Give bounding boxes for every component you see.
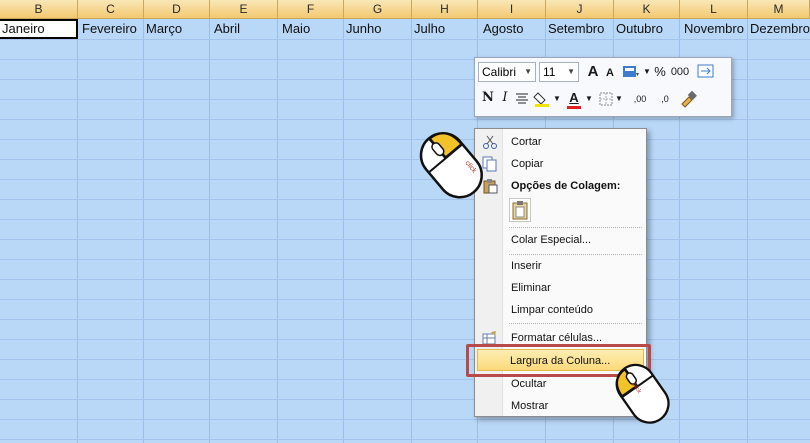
chevron-down-icon: ▼ [567, 67, 575, 76]
chevron-down-icon[interactable]: ▼ [553, 90, 561, 108]
column-header-i[interactable]: I [478, 0, 546, 19]
borders-icon[interactable] [599, 92, 613, 106]
font-size-value: 11 [543, 65, 556, 79]
column-header-f[interactable]: F [278, 0, 344, 19]
grid-line [0, 439, 810, 440]
mouse-left-click-icon: click [610, 356, 678, 430]
decrease-decimal-button[interactable]: ,0 [655, 90, 675, 108]
menu-item-label: Limpar conteúdo [511, 304, 593, 316]
cell-outubro[interactable]: Outubro [616, 19, 680, 39]
column-header-k[interactable]: K [614, 0, 680, 19]
chevron-down-icon[interactable]: ▼ [585, 90, 593, 108]
percent-button[interactable]: % [653, 63, 667, 81]
cell-abril[interactable]: Abril [214, 19, 276, 39]
column-header-d[interactable]: D [144, 0, 210, 19]
column-header-c[interactable]: C [78, 0, 144, 19]
cell-janeiro[interactable]: Janeiro [2, 19, 77, 39]
grid-line [0, 39, 810, 40]
cell-junho[interactable]: Junho [346, 19, 408, 39]
chevron-down-icon[interactable]: ▼ [643, 63, 651, 81]
cell-maio[interactable]: Maio [282, 19, 342, 39]
grid-line [0, 399, 810, 400]
menu-item-label: Eliminar [511, 282, 551, 294]
paste-button[interactable] [509, 198, 531, 222]
cell-dezembro[interactable]: Dezembro [750, 19, 810, 39]
column-header-h[interactable]: H [412, 0, 478, 19]
font-name-box[interactable]: Calibri ▼ [478, 62, 536, 82]
fill-color-icon[interactable] [533, 90, 553, 108]
paste-icon [512, 201, 528, 220]
cell-julho[interactable]: Julho [414, 19, 476, 39]
chevron-down-icon: ▼ [524, 67, 532, 76]
grid-line [0, 279, 810, 280]
menu-item-label: Cortar [511, 136, 542, 148]
column-header-g[interactable]: G [344, 0, 412, 19]
font-color-letter: A [569, 90, 579, 105]
grid-line [0, 179, 810, 180]
grid-line [0, 219, 810, 220]
italic-button[interactable]: I [499, 89, 511, 107]
grid-line [0, 199, 810, 200]
menu-item-paste-options: Opções de Colagem: [477, 175, 644, 197]
menu-item-label: Copiar [511, 158, 544, 170]
menu-item-label: Colar Especial... [511, 234, 592, 246]
column-header-j[interactable]: J [546, 0, 614, 19]
bold-button[interactable]: N [481, 89, 495, 107]
grid-line [0, 339, 810, 340]
menu-item-label: Mostrar [511, 400, 549, 412]
menu-separator [509, 323, 642, 324]
increase-decimal-button[interactable]: ,00 [628, 90, 652, 108]
format-painter-icon[interactable] [679, 90, 699, 108]
mouse-right-click-icon: click [412, 122, 492, 206]
column-header-l[interactable]: L [680, 0, 748, 19]
grow-font-button[interactable]: A [585, 63, 601, 81]
cell-fevereiro[interactable]: Fevereiro [82, 19, 144, 39]
cell-setembro[interactable]: Setembro [548, 19, 614, 39]
column-header-m[interactable]: M [748, 0, 810, 19]
merge-center-icon[interactable] [697, 63, 715, 79]
grid-line [0, 319, 810, 320]
font-color-button[interactable]: A [565, 89, 583, 109]
grid-line [0, 419, 810, 420]
menu-item-inserir[interactable]: Inserir [477, 255, 644, 277]
align-center-icon[interactable] [515, 92, 529, 106]
menu-separator [509, 227, 642, 228]
grid-line [0, 139, 810, 140]
grid-line [0, 239, 810, 240]
format-painter-style-icon[interactable] [622, 64, 640, 80]
grid-line [0, 159, 810, 160]
menu-item-copiar[interactable]: Copiar [477, 153, 644, 175]
cell-novembro[interactable]: Novembro [684, 19, 748, 39]
grid-line [0, 379, 810, 380]
menu-item-cortar[interactable]: Cortar [477, 131, 644, 153]
font-name-value: Calibri [482, 65, 517, 79]
menu-item-eliminar[interactable]: Eliminar [477, 277, 644, 299]
grid-line [0, 359, 810, 360]
grid-line [0, 299, 810, 300]
grid-line [0, 259, 810, 260]
font-size-box[interactable]: 11 ▼ [539, 62, 579, 82]
chevron-down-icon[interactable]: ▼ [615, 90, 623, 108]
mini-toolbar: Calibri ▼ 11 ▼ A A ▼ % 000 N I ▼ A ▼ ▼ ,… [474, 57, 732, 117]
menu-item-label: Opções de Colagem: [511, 180, 621, 192]
menu-item-limpar-conteudo[interactable]: Limpar conteúdo [477, 299, 644, 321]
column-header-e[interactable]: E [210, 0, 278, 19]
menu-item-label: Inserir [511, 260, 542, 272]
column-header-bar: B C D E F G H I J K L M [0, 0, 810, 19]
grid-line [0, 119, 810, 120]
thousands-button[interactable]: 000 [669, 63, 691, 81]
cell-agosto[interactable]: Agosto [483, 19, 545, 39]
column-header-b[interactable]: B [0, 0, 78, 19]
shrink-font-button[interactable]: A [603, 64, 617, 82]
cell-marco[interactable]: Março [146, 19, 208, 39]
menu-item-colar-especial[interactable]: Colar Especial... [477, 229, 644, 251]
font-color-swatch [567, 106, 581, 109]
